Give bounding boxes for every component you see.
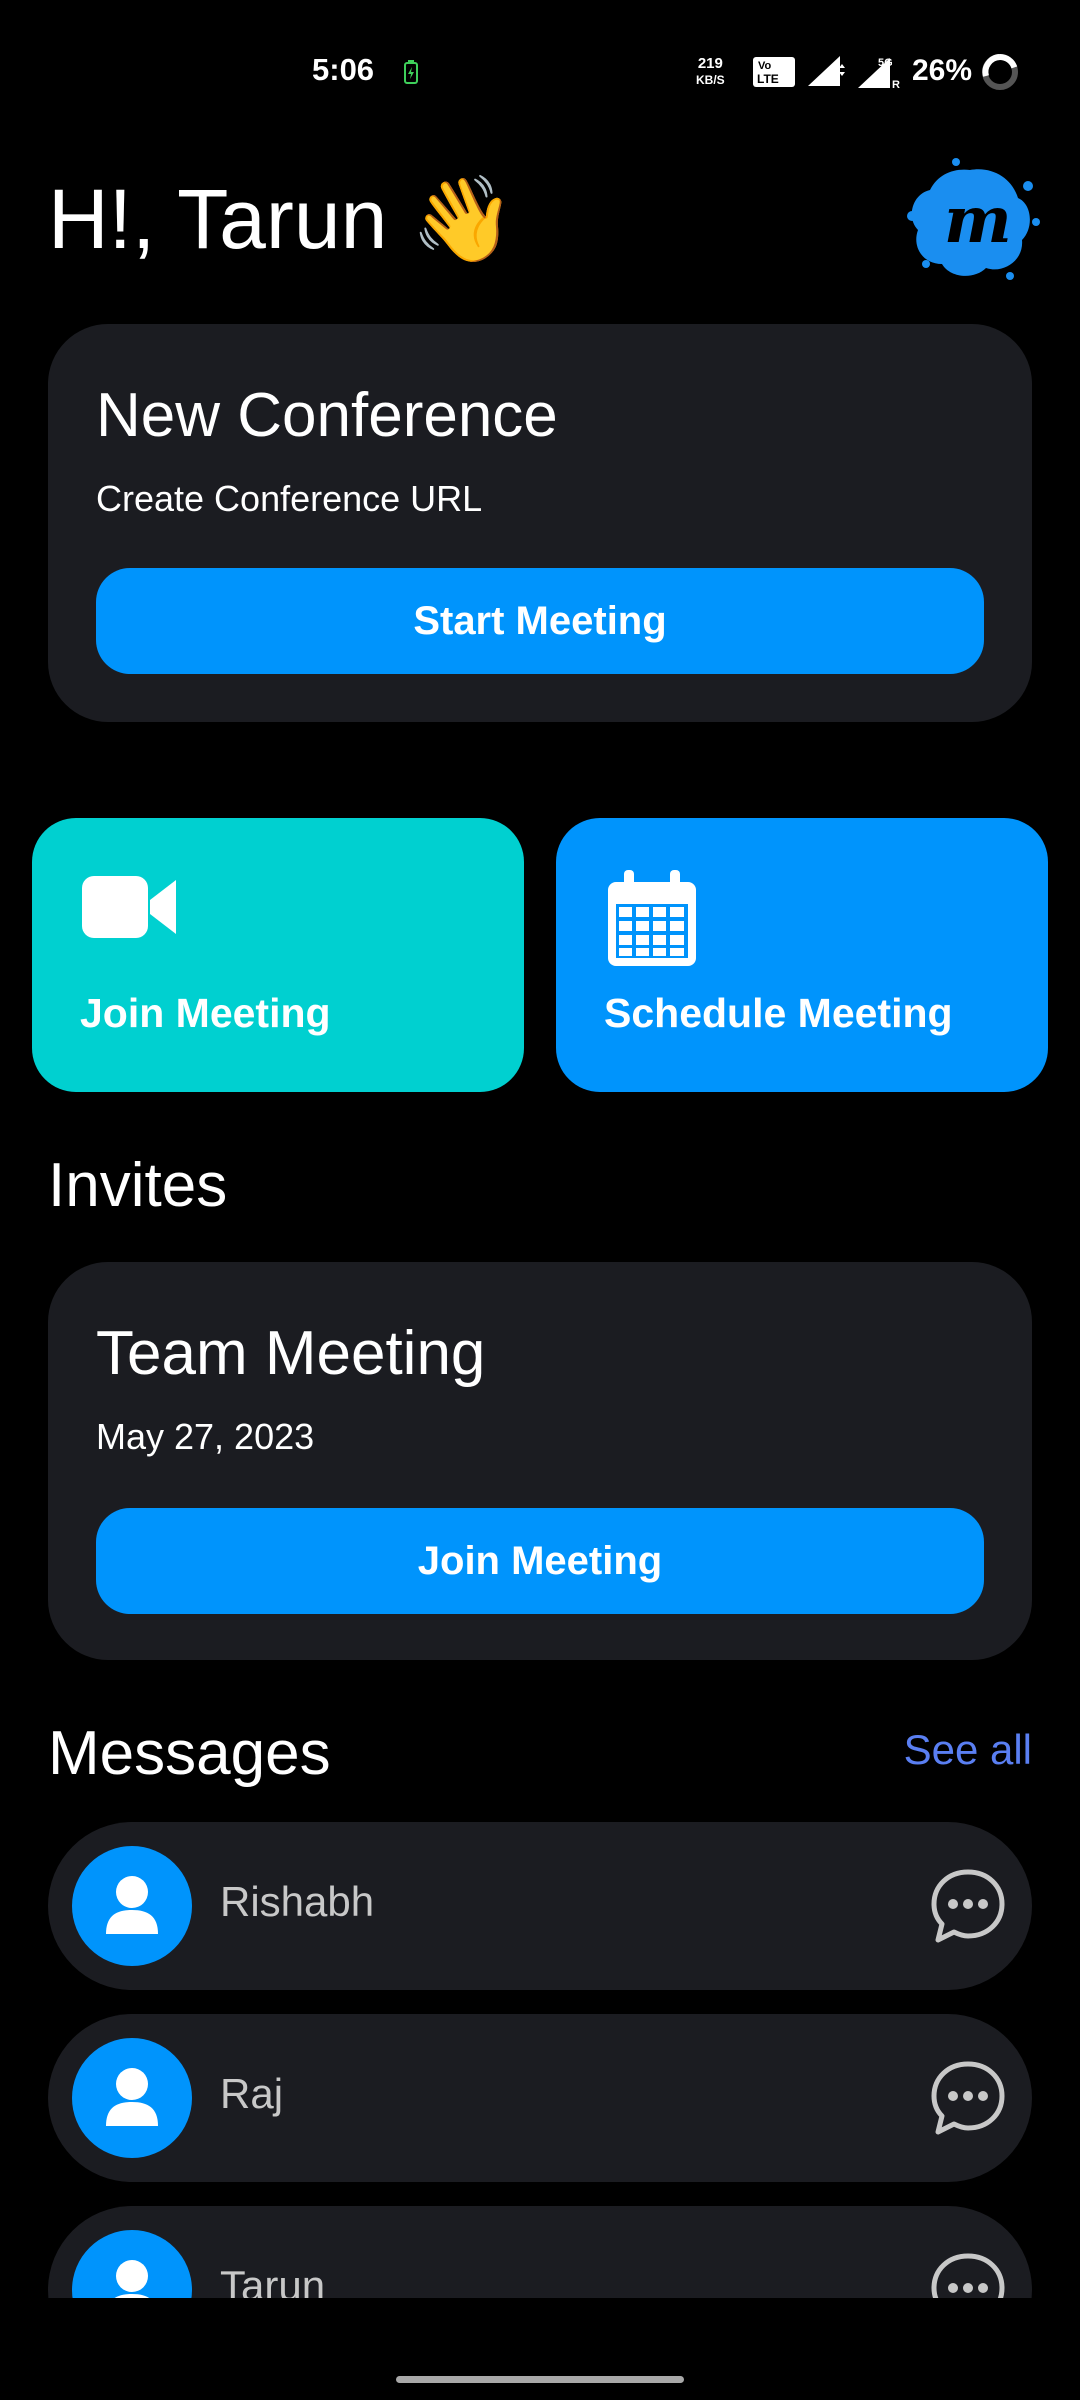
network-speed: 219 KB/S — [696, 56, 725, 88]
start-meeting-button[interactable]: Start Meeting — [96, 568, 984, 674]
app-logo-icon[interactable]: m — [900, 156, 1040, 291]
message-row[interactable]: Rishabh — [48, 1822, 1032, 1990]
user-icon — [106, 1876, 158, 1934]
chat-bubble-icon[interactable] — [928, 1866, 1008, 1946]
battery-ring-icon — [982, 53, 1018, 90]
home-indicator[interactable] — [396, 2376, 684, 2383]
schedule-meeting-tile[interactable]: Schedule Meeting — [556, 818, 1048, 1092]
video-camera-icon — [82, 876, 176, 938]
chat-bubble-icon[interactable] — [928, 2058, 1008, 2138]
home-screen: 5:06 219 KB/S Vo LTE 5G R 26% H!, Tarun … — [0, 0, 1080, 2400]
signal-5g-label: 5G — [878, 57, 893, 69]
messages-title: Messages — [48, 1719, 331, 1788]
message-contact-name: Raj — [220, 2070, 284, 2117]
message-row[interactable]: Raj — [48, 2014, 1032, 2182]
join-meeting-tile-label: Join Meeting — [80, 990, 331, 1036]
greeting-title: H!, Tarun 👋 — [48, 172, 516, 266]
battery-percent: 26% — [912, 54, 973, 87]
bottom-mask — [0, 2298, 1080, 2400]
status-bar: 5:06 219 KB/S Vo LTE 5G R 26% — [0, 0, 1080, 140]
user-icon — [106, 2068, 158, 2126]
signal-roaming-label: R — [892, 79, 900, 90]
invites-title: Invites — [48, 1151, 228, 1220]
signal-icon — [808, 56, 845, 86]
new-conference-title: New Conference — [96, 381, 558, 450]
network-speed-value: 219 — [697, 55, 723, 72]
avatar — [72, 1846, 192, 1966]
battery-charging-icon — [404, 60, 418, 84]
status-time: 5:06 — [312, 52, 375, 87]
join-meeting-tile[interactable]: Join Meeting — [32, 818, 524, 1092]
invite-date: May 27, 2023 — [96, 1416, 315, 1457]
volte-line2: LTE — [757, 72, 779, 86]
network-speed-unit: KB/S — [696, 73, 725, 87]
app-logo-letter: m — [944, 183, 1012, 258]
see-all-link[interactable]: See all — [904, 1726, 1032, 1774]
new-conference-subtitle: Create Conference URL — [96, 478, 483, 519]
message-contact-name: Rishabh — [220, 1878, 375, 1925]
volte-icon: Vo LTE — [752, 56, 796, 93]
calendar-icon — [608, 870, 696, 966]
invite-title: Team Meeting — [96, 1319, 486, 1388]
signal-icon-5g: 5G R — [856, 54, 900, 95]
schedule-meeting-tile-label: Schedule Meeting — [604, 990, 953, 1036]
invite-card: Team Meeting May 27, 2023 Join Meeting — [48, 1262, 1032, 1660]
avatar — [72, 2038, 192, 2158]
join-invite-button[interactable]: Join Meeting — [96, 1508, 984, 1614]
new-conference-card: New Conference Create Conference URL Sta… — [48, 324, 1032, 722]
volte-line1: Vo — [758, 60, 772, 72]
